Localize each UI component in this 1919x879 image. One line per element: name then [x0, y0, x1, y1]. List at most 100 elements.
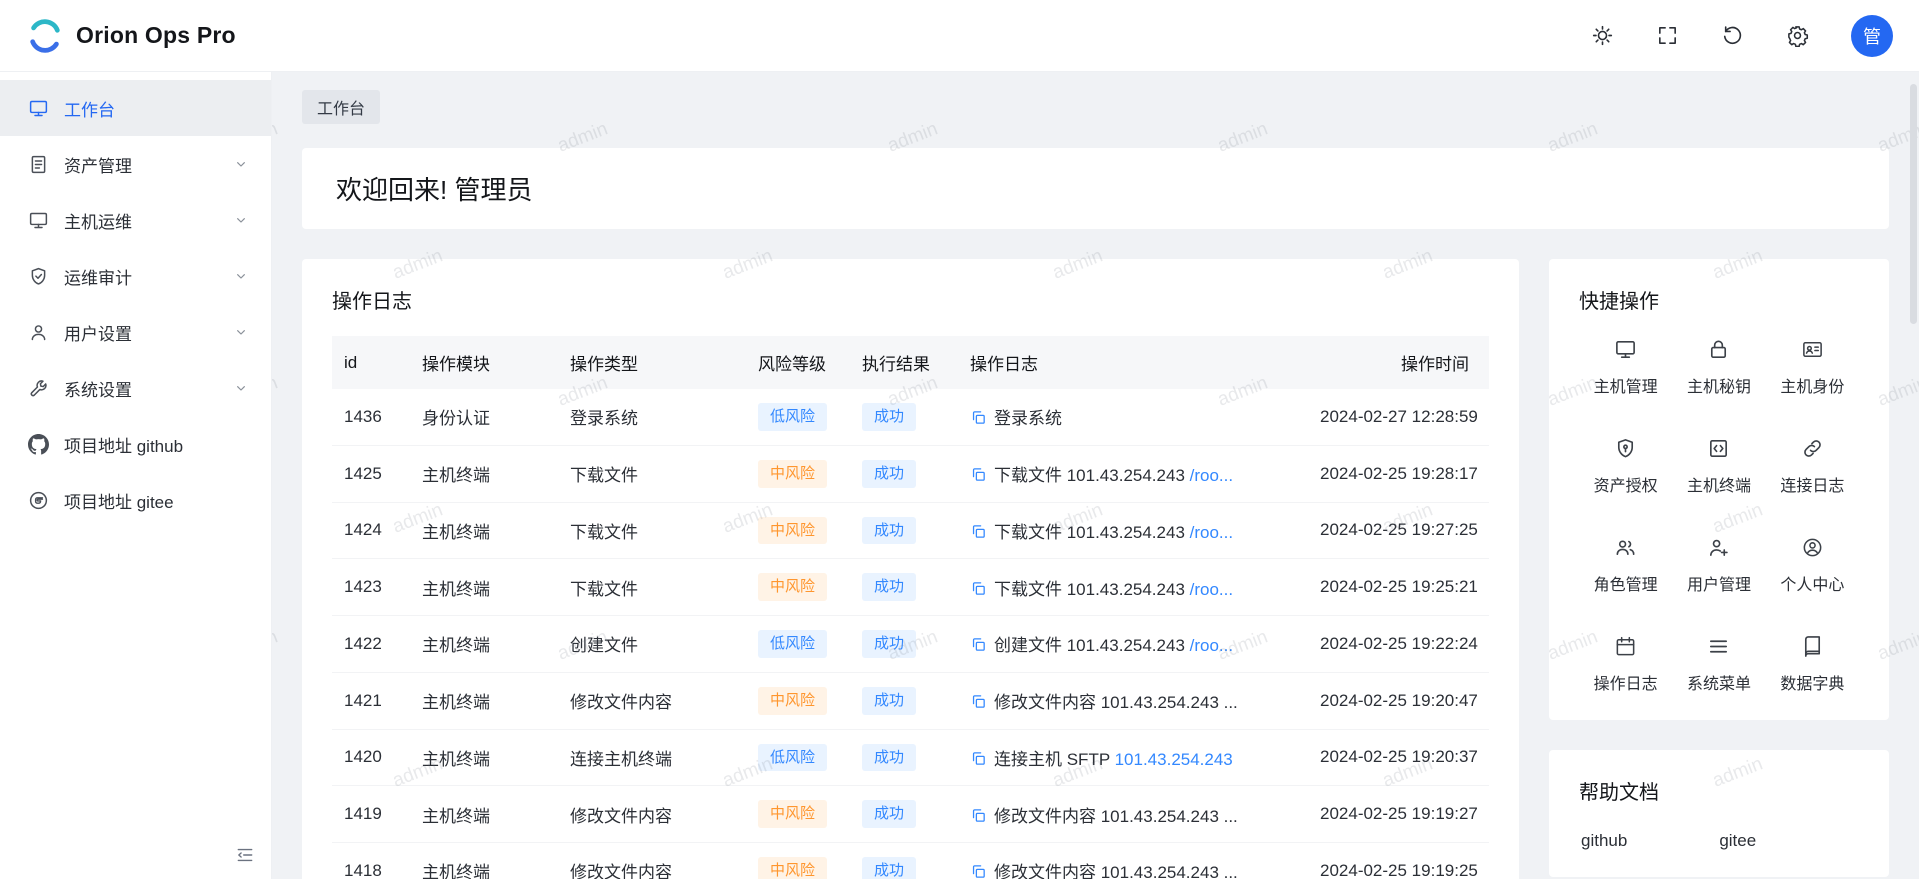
log-link[interactable]: 101.43.254.243	[1115, 750, 1233, 769]
sidebar-item-user-settings[interactable]: 用户设置	[0, 304, 271, 360]
cell-module: 主机终端	[410, 502, 558, 559]
copy-icon[interactable]	[970, 466, 987, 483]
document-icon	[28, 154, 49, 175]
operation-log-table: id 操作模块 操作类型 风险等级 执行结果 操作日志 操作时间 1436 身份	[332, 336, 1489, 879]
cell-type: 连接主机终端	[558, 729, 746, 786]
risk-badge: 中风险	[758, 573, 827, 601]
help-link-gitee[interactable]: gitee	[1719, 831, 1756, 851]
sidebar-item-github[interactable]: 项目地址 github	[0, 416, 271, 472]
quick-action-host-management[interactable]: 主机管理	[1579, 338, 1672, 397]
copy-icon[interactable]	[970, 636, 987, 653]
user-avatar[interactable]: 管	[1851, 15, 1893, 57]
quick-action-role-management[interactable]: 角色管理	[1579, 536, 1672, 595]
column-header-module: 操作模块	[410, 336, 558, 389]
copy-icon[interactable]	[970, 580, 987, 597]
cell-time: 2024-02-25 19:25:21	[1308, 559, 1489, 616]
quick-actions-card: 快捷操作 主机管理 主机秘钥 主机身份	[1549, 259, 1889, 720]
sun-icon	[1591, 24, 1614, 47]
cell-type: 下载文件	[558, 445, 746, 502]
monitor-icon	[1614, 338, 1637, 361]
quick-action-user-management[interactable]: 用户管理	[1672, 536, 1765, 595]
cell-type: 创建文件	[558, 616, 746, 673]
quick-action-label: 角色管理	[1579, 571, 1672, 595]
result-badge: 成功	[862, 403, 916, 431]
log-text: 连接主机 SFTP	[994, 750, 1115, 769]
copy-icon[interactable]	[970, 863, 987, 879]
risk-badge: 中风险	[758, 800, 827, 828]
brand[interactable]: Orion Ops Pro	[26, 17, 236, 55]
sidebar-item-label: 主机运维	[64, 208, 132, 233]
cell-log: 修改文件内容 101.43.254.243 ...	[958, 786, 1308, 843]
quick-action-system-menu[interactable]: 系统菜单	[1672, 635, 1765, 694]
quick-action-data-dictionary[interactable]: 数据字典	[1766, 635, 1859, 694]
cell-log: 登录系统	[958, 389, 1308, 445]
cell-module: 主机终端	[410, 729, 558, 786]
cell-result: 成功	[850, 389, 958, 445]
quick-action-asset-grant[interactable]: 资产授权	[1579, 437, 1672, 496]
breadcrumb-tab-workbench[interactable]: 工作台	[302, 90, 380, 124]
quick-action-personal-center[interactable]: 个人中心	[1766, 536, 1859, 595]
cell-time: 2024-02-25 19:19:27	[1308, 786, 1489, 843]
fullscreen-icon	[1656, 24, 1679, 47]
calendar-icon	[1614, 635, 1637, 658]
gear-icon	[1786, 24, 1809, 47]
copy-icon[interactable]	[970, 409, 987, 426]
sidebar-item-system-settings[interactable]: 系统设置	[0, 360, 271, 416]
log-link[interactable]: /roo...	[1190, 580, 1233, 599]
cell-risk: 中风险	[746, 786, 850, 843]
id-card-icon	[1801, 338, 1824, 361]
risk-badge: 中风险	[758, 857, 827, 879]
cell-log: 连接主机 SFTP 101.43.254.243	[958, 729, 1308, 786]
quick-action-label: 系统菜单	[1672, 670, 1765, 694]
copy-icon[interactable]	[970, 750, 987, 767]
cell-type: 登录系统	[558, 389, 746, 445]
sidebar-item-label: 项目地址 gitee	[64, 488, 174, 513]
copy-icon[interactable]	[970, 523, 987, 540]
sidebar-item-ops-audit[interactable]: 运维审计	[0, 248, 271, 304]
cell-module: 主机终端	[410, 559, 558, 616]
cell-result: 成功	[850, 843, 958, 879]
copy-icon[interactable]	[970, 693, 987, 710]
quick-action-host-terminal[interactable]: 主机终端	[1672, 437, 1765, 496]
refresh-button[interactable]	[1721, 24, 1744, 47]
desktop-icon	[28, 210, 49, 231]
table-row: 1423 主机终端 下载文件 中风险 成功 下载文件 101.43.254.24…	[332, 559, 1489, 616]
app-title: Orion Ops Pro	[76, 22, 236, 49]
table-row: 1436 身份认证 登录系统 低风险 成功 登录系统 2024-02-27 12…	[332, 389, 1489, 445]
scrollbar-thumb[interactable]	[1910, 84, 1917, 324]
fullscreen-button[interactable]	[1656, 24, 1679, 47]
log-text: 修改文件内容 101.43.254.243 ...	[994, 863, 1238, 879]
sidebar-collapse-button[interactable]	[235, 845, 255, 865]
help-link-github[interactable]: github	[1581, 831, 1627, 851]
cell-id: 1422	[332, 616, 410, 673]
sidebar-item-asset-management[interactable]: 资产管理	[0, 136, 271, 192]
cell-log: 修改文件内容 101.43.254.243 ...	[958, 843, 1308, 879]
cell-module: 主机终端	[410, 786, 558, 843]
quick-action-host-identity[interactable]: 主机身份	[1766, 338, 1859, 397]
cell-module: 主机终端	[410, 445, 558, 502]
quick-action-host-key[interactable]: 主机秘钥	[1672, 338, 1765, 397]
sidebar-item-workbench[interactable]: 工作台	[0, 80, 271, 136]
sidebar-item-host-ops[interactable]: 主机运维	[0, 192, 271, 248]
log-link[interactable]: /roo...	[1190, 636, 1233, 655]
copy-icon[interactable]	[970, 807, 987, 824]
quick-actions-title: 快捷操作	[1579, 285, 1859, 314]
sidebar-item-label: 系统设置	[64, 376, 132, 401]
log-text: 下载文件 101.43.254.243	[994, 523, 1190, 542]
settings-button[interactable]	[1786, 24, 1809, 47]
refresh-icon	[1721, 24, 1744, 47]
users-icon	[1614, 536, 1637, 559]
quick-action-connection-log[interactable]: 连接日志	[1766, 437, 1859, 496]
log-link[interactable]: /roo...	[1190, 466, 1233, 485]
cell-result: 成功	[850, 445, 958, 502]
log-link[interactable]: /roo...	[1190, 523, 1233, 542]
cell-time: 2024-02-25 19:20:37	[1308, 729, 1489, 786]
chevron-down-icon	[233, 380, 249, 396]
sidebar-item-gitee[interactable]: 项目地址 gitee	[0, 472, 271, 528]
cell-time: 2024-02-25 19:20:47	[1308, 672, 1489, 729]
theme-toggle-button[interactable]	[1591, 24, 1614, 47]
quick-action-operation-log[interactable]: 操作日志	[1579, 635, 1672, 694]
user-circle-icon	[1801, 536, 1824, 559]
quick-action-label: 个人中心	[1766, 571, 1859, 595]
cell-id: 1424	[332, 502, 410, 559]
